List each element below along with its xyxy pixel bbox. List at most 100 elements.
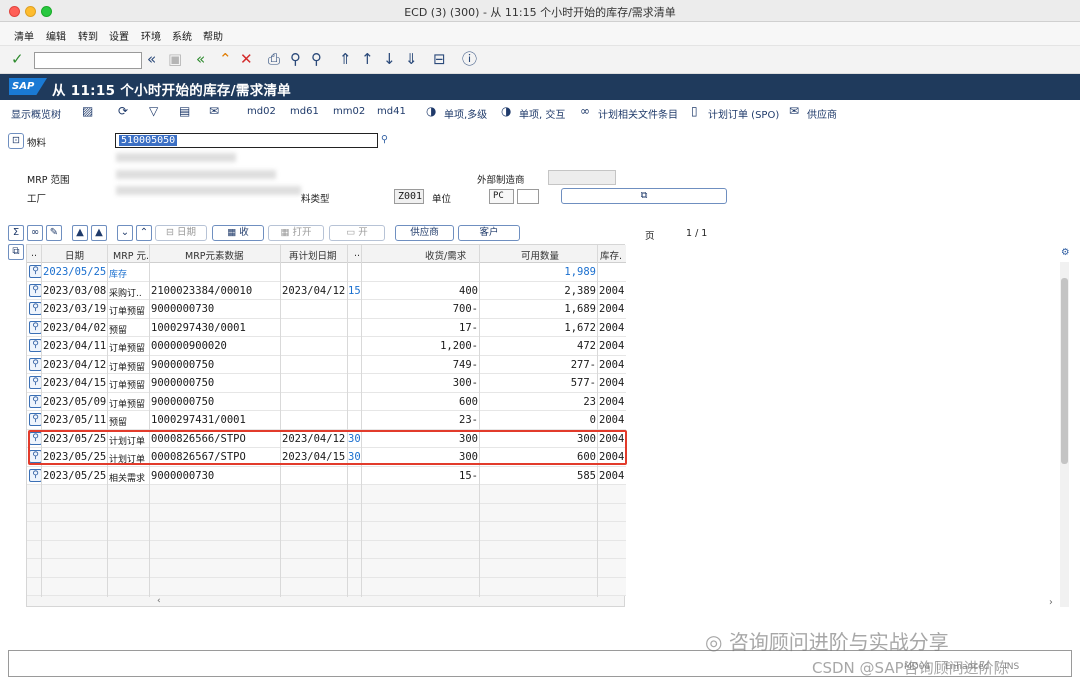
menu-edit[interactable]: 编辑 (46, 28, 66, 43)
sap-title-bar: SAP 从 11:15 个小时开始的库存/需求清单 (0, 74, 1080, 100)
date-button[interactable]: ⊟ 日期 (155, 225, 207, 241)
image-icon[interactable]: ▨ (82, 104, 93, 118)
table-row[interactable]: ⚲ 2023/03/19 订单预留 9000000730 700- 1,689 2004 (27, 300, 626, 319)
last-page-icon[interactable]: ⇓ (405, 52, 418, 67)
group-icon[interactable]: ▲ (72, 225, 88, 241)
col-available-qty[interactable]: 可用数量 (521, 248, 559, 262)
sum-icon[interactable]: Σ (8, 225, 24, 241)
table-row[interactable]: ⚲ 2023/04/15 订单预留 9000000750 300- 577- 2004 (27, 374, 626, 393)
confirm-check-icon[interactable]: ✓ (11, 52, 24, 67)
cell-date: 2023/04/12 (43, 358, 107, 371)
table-settings-icon[interactable]: ⚙ (1061, 247, 1070, 258)
material-detail-icon[interactable]: ⊡ (8, 133, 24, 149)
application-toolbar: 显示概览树 ▨ ⟳ ▽ ▤ ✉ md02 md61 mm02 md41 ◑ 单项… (0, 100, 1080, 124)
md61-button[interactable]: md61 (290, 106, 319, 117)
cell-mrp-element: 订单预留 (109, 381, 146, 391)
window-title: ECD (3) (300) - 从 11:15 个小时开始的库存/需求清单 (404, 6, 676, 19)
next-page-icon[interactable]: ↓ (383, 52, 396, 67)
col-exception[interactable]: .. (354, 248, 360, 259)
open2-button[interactable]: ▭ 开 (329, 225, 385, 241)
vendor-button[interactable]: 供应商 (807, 106, 837, 121)
col-date[interactable]: 日期 (65, 248, 84, 262)
table-row[interactable]: ⚲ 2023/05/11 预留 1000297431/0001 23- 0 2004 (27, 411, 626, 430)
print-icon[interactable]: ⎙ (268, 52, 280, 67)
cell-mrp-element: 库存 (109, 270, 128, 280)
cell-receipt-requirement: 300- (452, 377, 478, 389)
exit-icon[interactable]: ⌃ (219, 52, 232, 67)
cell-mrp-element-data: 1000297431/0001 (151, 414, 246, 426)
cell-available-qty: 585 (577, 469, 596, 482)
material-search-icon[interactable]: ⚲ (381, 134, 388, 145)
glasses-icon[interactable]: ∞ (27, 225, 43, 241)
ungroup-icon[interactable]: ▲ (91, 225, 107, 241)
cancel-icon[interactable]: ✕ (240, 52, 253, 67)
cell-mrp-element-data: 9000000750 (151, 395, 215, 408)
glasses-icon[interactable]: ∞ (580, 104, 590, 118)
col-mrp-element[interactable]: MRP 元. (113, 248, 149, 262)
menu-system[interactable]: 系统 (172, 28, 192, 43)
col-mrp-element-data[interactable]: MRP元素数据 (185, 248, 244, 262)
expand-up-icon[interactable]: ⌃ (136, 225, 152, 241)
mail-icon[interactable]: ✉ (209, 104, 219, 118)
menu-list[interactable]: 清单 (14, 28, 34, 43)
material-field[interactable]: 510005050 (115, 133, 378, 148)
vendor-mail-icon[interactable]: ✉ (789, 104, 799, 118)
layout-icon[interactable]: ⧉ (8, 244, 24, 260)
back-icon[interactable]: « (196, 52, 205, 67)
planning-file-entry-button[interactable]: 计划相关文件条目 (598, 106, 678, 121)
col-icon[interactable]: .. (31, 248, 37, 259)
refresh-icon[interactable]: ⟳ (118, 104, 128, 118)
cell-available-qty: 277- (570, 358, 596, 371)
menu-settings[interactable]: 设置 (109, 28, 129, 43)
ext-manufacturer-detail-button[interactable]: ⧉ (561, 188, 727, 204)
collapse-down-icon[interactable]: ⌄ (117, 225, 133, 241)
md02-button[interactable]: md02 (247, 106, 276, 117)
display-overview-tree-button[interactable]: 显示概览树 (11, 106, 61, 121)
planned-order-icon[interactable]: ▯ (691, 104, 698, 118)
table-row[interactable]: ⚲ 2023/04/11 订单预留 000000900020 1,200- 472 2004 (27, 337, 626, 356)
scroll-right-icon[interactable]: › (1049, 597, 1053, 608)
first-page-icon[interactable]: ⇑ (339, 52, 352, 67)
single-interactive-button[interactable]: 单项, 交互 (519, 106, 565, 121)
find-icon[interactable]: ⚲ (290, 52, 301, 67)
collapse-command-icon[interactable]: « (147, 52, 156, 67)
md41-button[interactable]: md41 (377, 106, 406, 117)
edit-icon[interactable]: ✎ (46, 225, 62, 241)
menu-goto[interactable]: 转到 (78, 28, 98, 43)
document-icon[interactable]: ▤ (179, 104, 190, 118)
table-row[interactable]: ⚲ 2023/05/25 库存 1,989 (27, 263, 626, 282)
single-interactive-icon[interactable]: ◑ (501, 104, 511, 118)
command-field[interactable] (34, 52, 142, 69)
table-row[interactable]: ⚲ 2023/04/02 预留 1000297430/0001 17- 1,672 2004 (27, 318, 626, 337)
col-reschedule-date[interactable]: 再计划日期 (289, 248, 337, 262)
mm02-button[interactable]: mm02 (333, 106, 365, 117)
vendor-filter-button[interactable]: 供应商 (395, 225, 454, 241)
cell-storage-location: 2004 (599, 469, 625, 482)
single-multi-icon[interactable]: ◑ (426, 104, 436, 118)
find-next-icon[interactable]: ⚲ (311, 52, 322, 67)
table-row[interactable]: ⚲ 2023/04/12 订单预留 9000000750 749- 277- 2004 (27, 355, 626, 374)
table-row[interactable]: ⚲ 2023/05/09 订单预留 9000000750 600 23 2004 (27, 392, 626, 411)
vertical-scroll-thumb[interactable] (1061, 278, 1068, 464)
open-button[interactable]: ▦ 打开 (268, 225, 324, 241)
cell-receipt-requirement: 23- (459, 414, 478, 426)
cell-date: 2023/03/08 (43, 284, 107, 297)
help-icon[interactable]: ⓘ (462, 52, 477, 67)
save-icon[interactable]: ▣ (168, 52, 182, 67)
cell-date: 2023/05/25 (43, 266, 107, 278)
menu-help[interactable]: 帮助 (203, 28, 223, 43)
col-storage-location[interactable]: 库存. (600, 248, 622, 262)
new-session-icon[interactable]: ⊟ (433, 52, 446, 67)
table-row[interactable]: ⚲ 2023/03/08 采购订.. 2100023384/00010 2023/04/… (27, 281, 626, 300)
cell-receipt-requirement: 700- (452, 303, 478, 315)
previous-page-icon[interactable]: ↑ (361, 52, 374, 67)
receive-button[interactable]: ▦ 收 (212, 225, 264, 241)
scroll-left-icon[interactable]: ‹ (157, 596, 161, 606)
single-multi-level-button[interactable]: 单项,多级 (444, 106, 487, 121)
table-row[interactable]: ⚲ 2023/05/25 相关需求 9000000730 15- 585 2004 (27, 466, 626, 485)
customer-filter-button[interactable]: 客户 (458, 225, 520, 241)
planned-order-spo-button[interactable]: 计划订单 (SPO) (708, 106, 779, 121)
col-receipt-requirement[interactable]: 收货/需求 (425, 248, 466, 262)
menu-environment[interactable]: 环境 (141, 28, 161, 43)
filter-icon[interactable]: ▽ (149, 104, 158, 118)
